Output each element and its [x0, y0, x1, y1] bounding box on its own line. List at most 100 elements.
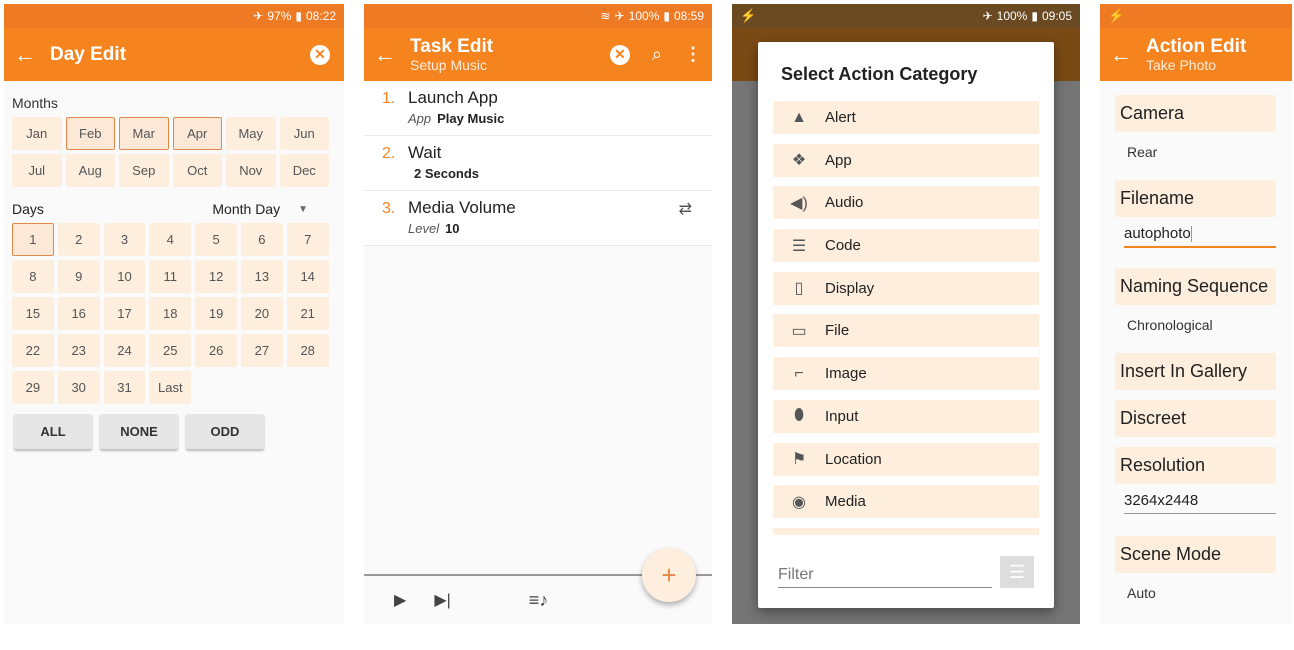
task-row[interactable]: 1. Launch App App Play Music	[364, 81, 712, 136]
category-label: App	[825, 151, 852, 169]
day-cell[interactable]: 24	[103, 334, 146, 367]
day-cell[interactable]: 3	[103, 223, 146, 256]
day-cell[interactable]: 9	[57, 260, 100, 293]
category-label: Code	[825, 237, 861, 255]
day-cell[interactable]: 14	[286, 260, 329, 293]
category-item-file[interactable]: ▭ File	[773, 314, 1039, 348]
category-item-app[interactable]: ❖ App	[773, 143, 1039, 177]
day-cell[interactable]: 7	[286, 223, 329, 256]
day-cell[interactable]: 17	[103, 297, 146, 330]
filter-input[interactable]: Filter	[778, 566, 992, 588]
category-item-alert[interactable]: ▲ Alert	[773, 101, 1039, 134]
clear-icon[interactable]: ✕	[609, 44, 630, 65]
clear-icon[interactable]: ✕	[310, 44, 330, 65]
task-number: 3.	[382, 200, 396, 217]
action-edit-screen: ⚡ ← Action Edit Take Photo Camera Rear F…	[1100, 4, 1292, 624]
all-button[interactable]: ALL	[14, 414, 92, 449]
day-cell[interactable]: 5	[195, 223, 237, 256]
days-mode-dropdown[interactable]: Month Day ▼	[212, 201, 308, 217]
play-icon[interactable]: ▶	[394, 590, 406, 610]
day-cell[interactable]: 20	[240, 297, 283, 330]
day-cell[interactable]: 19	[195, 297, 237, 330]
input-icon: ⬮	[793, 407, 805, 425]
back-arrow-icon[interactable]: ←	[14, 42, 50, 68]
category-item-location[interactable]: ⚑ Location	[773, 442, 1039, 476]
category-item-image[interactable]: ⌐ Image	[773, 357, 1039, 391]
day-cell[interactable]: Last	[149, 371, 192, 404]
task-list: 1. Launch App App Play Music 2. Wait 2 Seconds…	[364, 81, 712, 246]
category-label: Location	[825, 450, 882, 468]
battery-level: 97%	[267, 9, 292, 23]
search-icon[interactable]: ⌕	[652, 44, 662, 65]
skip-next-icon[interactable]: ▶|	[434, 590, 450, 610]
day-cell[interactable]: 27	[240, 334, 283, 367]
day-cell[interactable]: 29	[12, 371, 54, 404]
day-cell[interactable]: 18	[149, 297, 192, 330]
more-vert-icon[interactable]: ⋮	[684, 44, 702, 65]
resolution-field[interactable]: 3264x2448	[1124, 492, 1276, 515]
day-cell[interactable]: 12	[195, 260, 237, 293]
task-row[interactable]: 2. Wait 2 Seconds	[364, 136, 712, 191]
app-icon: ❖	[791, 152, 807, 170]
day-cell[interactable]: 4	[149, 223, 192, 256]
month-cell[interactable]: Feb	[65, 117, 115, 150]
status-bar: ✈ 97% ▮ 08:22	[4, 4, 344, 28]
discreet-label[interactable]: Discreet	[1115, 400, 1276, 438]
day-cell[interactable]: 6	[240, 223, 283, 256]
category-item-input[interactable]: ⬮ Input	[773, 399, 1039, 433]
back-arrow-icon[interactable]: ←	[374, 42, 410, 68]
day-cell[interactable]: 1	[12, 223, 54, 256]
add-action-button[interactable]: +	[642, 548, 696, 602]
list-icon[interactable]: ☰	[1000, 556, 1034, 588]
day-cell[interactable]: 11	[149, 260, 192, 293]
day-cell[interactable]: 8	[12, 260, 54, 293]
month-cell[interactable]: Jun	[279, 117, 329, 150]
category-label: Display	[825, 279, 875, 297]
day-cell[interactable]: 26	[195, 334, 237, 367]
back-arrow-icon[interactable]: ←	[1110, 42, 1146, 68]
day-cell[interactable]: 15	[12, 297, 54, 330]
day-cell[interactable]: 23	[57, 334, 100, 367]
category-item-code[interactable]: ☰ Code	[773, 229, 1039, 263]
day-cell[interactable]: 13	[240, 260, 283, 293]
scene-mode-value[interactable]: Auto	[1115, 573, 1276, 611]
day-cell[interactable]: 2	[57, 223, 100, 256]
month-cell[interactable]: Apr	[172, 117, 222, 150]
battery-icon: ▮	[1031, 9, 1038, 23]
location-icon: ⚑	[791, 451, 807, 468]
month-cell[interactable]: Oct	[172, 154, 222, 187]
category-item-display[interactable]: ▯ Display	[773, 271, 1039, 305]
day-cell[interactable]: 16	[57, 297, 100, 330]
insert-gallery-label[interactable]: Insert In Gallery	[1115, 353, 1276, 391]
clock: 08:59	[673, 9, 704, 23]
task-name: Wait	[408, 143, 442, 162]
filename-field[interactable]: autophoto	[1124, 225, 1276, 249]
category-item-audio[interactable]: ◀) Audio	[773, 186, 1039, 220]
month-cell[interactable]: Sep	[119, 154, 169, 187]
page-title: Day Edit	[50, 43, 127, 65]
day-cell[interactable]: 31	[103, 371, 146, 404]
day-cell[interactable]: 21	[286, 297, 329, 330]
month-cell[interactable]: May	[226, 117, 276, 150]
day-cell[interactable]: 28	[286, 334, 329, 367]
none-button[interactable]: NONE	[100, 414, 178, 449]
odd-button[interactable]: ODD	[186, 414, 264, 449]
category-item-media[interactable]: ◉ Media	[773, 485, 1039, 519]
month-cell[interactable]: Jul	[12, 154, 62, 187]
task-row[interactable]: 3. Media Volume Level 10 ⇄	[364, 191, 712, 246]
camera-value[interactable]: Rear	[1115, 132, 1276, 170]
month-cell[interactable]: Jan	[12, 117, 62, 150]
swap-icon[interactable]: ⇄	[679, 199, 692, 219]
naming-sequence-value[interactable]: Chronological	[1115, 305, 1276, 343]
task-number: 2.	[382, 145, 396, 162]
month-cell[interactable]: Mar	[119, 117, 169, 150]
day-cell[interactable]: 22	[12, 334, 54, 367]
day-cell[interactable]: 30	[57, 371, 100, 404]
month-cell[interactable]: Aug	[65, 154, 115, 187]
day-cell[interactable]: 25	[149, 334, 192, 367]
queue-music-icon[interactable]: ≡♪	[529, 590, 549, 611]
month-cell[interactable]: Nov	[226, 154, 276, 187]
task-name: Launch App	[408, 88, 498, 107]
day-cell[interactable]: 10	[103, 260, 146, 293]
month-cell[interactable]: Dec	[279, 154, 329, 187]
